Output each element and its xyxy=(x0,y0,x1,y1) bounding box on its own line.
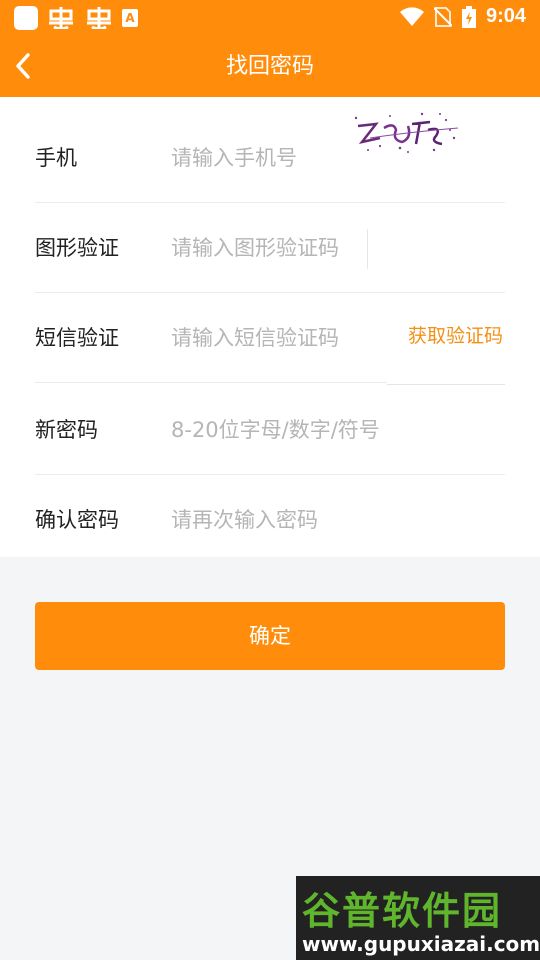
watermark: 谷普软件园 www.gupuxiazai.com xyxy=(296,876,540,960)
captcha-input[interactable]: 请输入图形验证码 xyxy=(171,203,339,293)
new-password-row: 新密码 8-20位字母/数字/符号 xyxy=(35,385,505,475)
phone-input[interactable]: 请输入手机号 xyxy=(171,113,297,203)
reset-password-form: 手机 请输入手机号 图形验证 请输入图形验证码 短信验证 请输入短信验证码 获取… xyxy=(0,97,540,557)
sms-label: 短信验证 xyxy=(35,326,119,350)
notification-icons: A xyxy=(14,6,138,30)
get-code-button[interactable]: 获取验证码 xyxy=(408,293,503,379)
confirm-password-input[interactable]: 请再次输入密码 xyxy=(171,475,318,565)
confirm-password-row: 确认密码 请再次输入密码 xyxy=(35,475,505,565)
no-sim-icon xyxy=(433,6,452,27)
captcha-image[interactable] xyxy=(350,108,462,158)
captcha-row: 图形验证 请输入图形验证码 xyxy=(35,203,505,293)
header: A 9:04 找回密码 xyxy=(0,0,540,97)
sms-code-input[interactable]: 请输入短信验证码 xyxy=(171,293,339,383)
page-title: 找回密码 xyxy=(225,54,314,79)
wifi-icon xyxy=(399,6,424,26)
phone-label: 手机 xyxy=(35,146,77,170)
battery-charging-icon xyxy=(461,5,476,28)
divider xyxy=(35,382,387,383)
watermark-name: 谷普软件园 xyxy=(302,889,503,933)
bug-notification-icon xyxy=(46,7,76,29)
captcha-separator xyxy=(367,229,368,269)
confirm-password-label: 确认密码 xyxy=(35,508,119,532)
new-password-input[interactable]: 8-20位字母/数字/符号 xyxy=(171,385,380,475)
app-notification-icon xyxy=(14,6,38,30)
clock: 9:04 xyxy=(485,5,526,27)
status-bar: A 9:04 xyxy=(0,0,540,36)
app-badge-icon: A xyxy=(122,9,138,27)
confirm-button[interactable]: 确定 xyxy=(35,602,505,670)
captcha-label: 图形验证 xyxy=(35,236,119,260)
new-password-label: 新密码 xyxy=(35,418,98,442)
system-icons: 9:04 xyxy=(399,5,526,28)
bug-notification-icon xyxy=(84,7,114,29)
watermark-url: www.gupuxiazai.com xyxy=(302,932,540,956)
sms-row: 短信验证 请输入短信验证码 获取验证码 xyxy=(35,293,505,385)
title-bar: 找回密码 xyxy=(0,36,540,97)
